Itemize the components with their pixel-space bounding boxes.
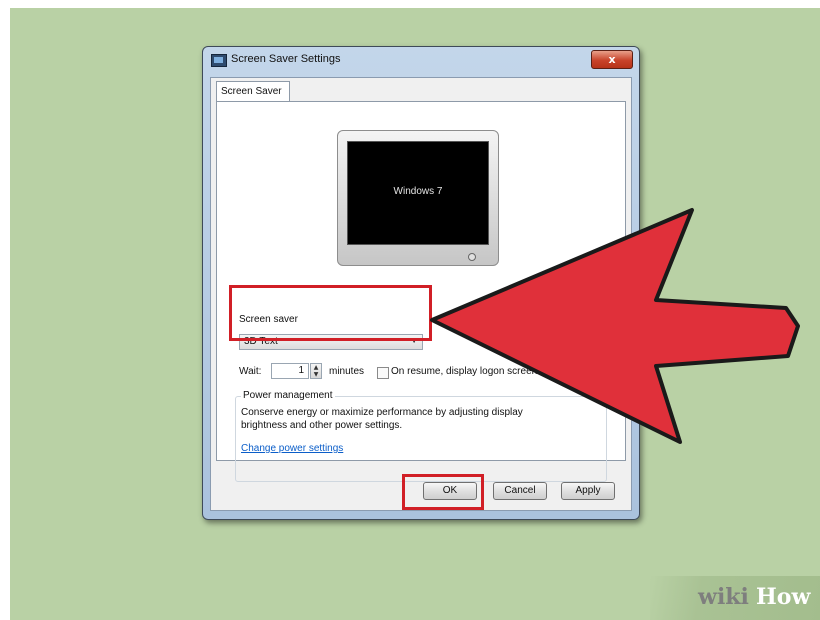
watermark-how: How — [756, 584, 811, 610]
arrow-shape — [430, 208, 800, 444]
pointer-arrow — [430, 208, 800, 444]
wikihow-watermark: wiki How — [650, 576, 820, 620]
watermark-wiki: wiki — [698, 584, 749, 610]
